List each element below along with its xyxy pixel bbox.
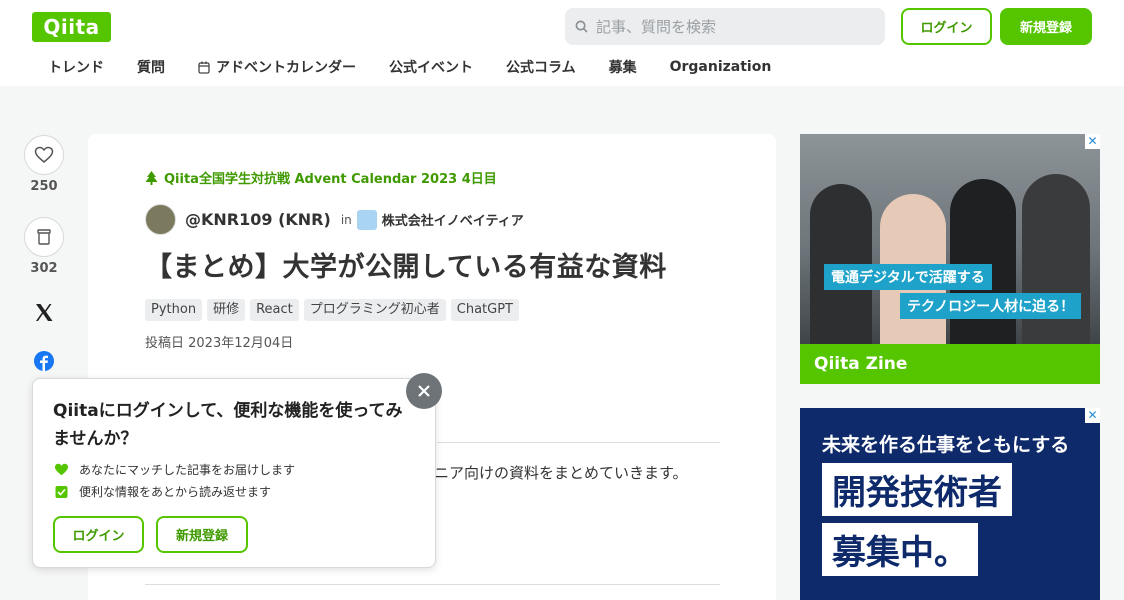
heart-filled-icon	[55, 463, 68, 476]
ad-close-icon[interactable]: ✕	[1085, 408, 1100, 423]
nav-trend[interactable]: トレンド	[48, 57, 104, 77]
main-nav: トレンド 質問 アドベントカレンダー 公式イベント 公式コラム 募集 Organ…	[48, 57, 804, 77]
ad-caption-2: テクノロジー人材に迫る！	[900, 293, 1082, 319]
stock-icon	[37, 229, 51, 245]
ad-headline: 未来を作る仕事をともにする	[822, 434, 1070, 456]
search-input[interactable]: 記事、質問を検索	[565, 8, 885, 45]
author-avatar[interactable]	[145, 204, 176, 235]
popup-close-button[interactable]	[406, 373, 442, 409]
qiita-zine-ad[interactable]: 電通デジタルで活躍する テクノロジー人材に迫る！ Qiita Zine	[800, 134, 1100, 384]
search-placeholder: 記事、質問を検索	[596, 18, 717, 36]
ad-caption-1: 電通デジタルで活躍する	[824, 264, 992, 290]
qiita-logo[interactable]: Qiita	[32, 12, 111, 42]
tag-list: Python 研修 React プログラミング初心者 ChatGPT	[145, 299, 519, 321]
signup-button[interactable]: 新規登録	[1000, 8, 1092, 45]
tree-icon	[145, 170, 158, 185]
popup-signup-button[interactable]: 新規登録	[156, 516, 248, 553]
nav-advent-calendar[interactable]: アドベントカレンダー	[198, 57, 356, 77]
login-prompt-popup: Qiitaにログインして、便利な機能を使ってみませんか？ あなたにマッチした記事…	[32, 378, 436, 568]
nav-questions[interactable]: 質問	[137, 57, 165, 77]
article-title: 【まとめ】大学が公開している有益な資料	[145, 252, 667, 283]
site-header: Qiita 記事、質問を検索 ログイン 新規登録 トレンド 質問 アドベントカレ…	[0, 0, 1124, 86]
facebook-icon	[34, 351, 54, 371]
tag-python[interactable]: Python	[145, 299, 203, 321]
stock-button[interactable]	[24, 217, 64, 257]
nav-recruit[interactable]: 募集	[609, 57, 637, 77]
facebook-share-button[interactable]	[34, 351, 54, 375]
popup-benefit-2: 便利な情報をあとから読み返せます	[54, 483, 271, 500]
popup-benefit-1: あなたにマッチした記事をお届けします	[54, 461, 295, 478]
nav-official-events[interactable]: 公式イベント	[389, 57, 473, 77]
article-body-text: ニア向けの資料をまとめていきます。	[434, 464, 688, 482]
close-icon	[418, 385, 430, 397]
author-name[interactable]: @KNR109 (KNR)	[185, 210, 331, 229]
stock-count: 302	[30, 261, 58, 276]
recruit-ad[interactable]: 未来を作る仕事をともにする 開発技術者 募集中。	[800, 408, 1100, 600]
search-icon	[575, 20, 588, 33]
like-count: 250	[30, 179, 58, 194]
tag-training[interactable]: 研修	[207, 299, 246, 321]
heading-divider	[145, 584, 720, 585]
heart-icon	[34, 146, 54, 163]
x-share-button[interactable]	[34, 303, 54, 326]
ad-headline-box-2: 募集中。	[822, 523, 978, 576]
login-button[interactable]: ログイン	[901, 8, 992, 45]
popup-title: Qiitaにログインして、便利な機能を使ってみませんか？	[53, 401, 403, 449]
organization-name[interactable]: 株式会社イノベイティア	[382, 210, 524, 229]
posted-date: 投稿日 2023年12月04日	[145, 336, 294, 351]
x-logo-icon	[36, 304, 53, 321]
ad-headline-box-1: 開発技術者	[822, 463, 1012, 516]
nav-organization[interactable]: Organization	[670, 57, 772, 77]
qiita-zine-brand: Qiita Zine	[800, 344, 1100, 384]
popup-login-button[interactable]: ログイン	[53, 516, 144, 553]
like-button[interactable]	[24, 135, 64, 175]
tag-react[interactable]: React	[250, 299, 299, 321]
calendar-icon	[198, 61, 210, 74]
tag-chatgpt[interactable]: ChatGPT	[450, 299, 519, 321]
ad-close-icon[interactable]: ✕	[1085, 134, 1100, 149]
stock-filled-icon	[55, 485, 68, 498]
nav-official-column[interactable]: 公式コラム	[506, 57, 576, 77]
in-label: in	[340, 212, 352, 227]
section-divider	[437, 442, 720, 443]
advent-calendar-link[interactable]: Qiita全国学生対抗戦 Advent Calendar 2023 4日目	[145, 168, 497, 187]
author-block: @KNR109 (KNR) in 株式会社イノベイティア	[145, 204, 524, 235]
tag-programming-beginner[interactable]: プログラミング初心者	[303, 299, 446, 321]
organization-logo-icon[interactable]	[356, 209, 377, 230]
